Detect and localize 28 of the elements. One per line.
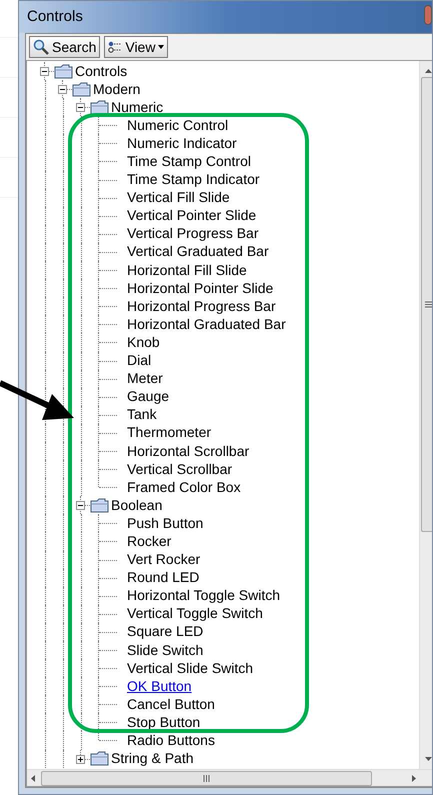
expander-toggle[interactable] (76, 501, 85, 510)
folder-icon (90, 498, 109, 513)
scroll-left-icon[interactable] (31, 774, 35, 782)
expander-toggle[interactable] (76, 103, 85, 112)
grip-icon (203, 774, 210, 782)
caret-icon (158, 45, 164, 49)
plus-icon (77, 756, 84, 763)
scroll-down-icon[interactable] (424, 757, 432, 761)
scroll-up-icon[interactable] (424, 69, 432, 73)
list-icon (108, 41, 122, 53)
expander-toggle[interactable] (40, 67, 49, 76)
vertical-scrollbar[interactable] (419, 61, 432, 769)
folder-icon (72, 82, 91, 97)
folder-icon (54, 64, 73, 79)
view-button[interactable]: View (104, 36, 168, 58)
window-title: Controls (27, 6, 83, 27)
expander-toggle[interactable] (76, 754, 85, 764)
scroll-right-icon[interactable] (412, 774, 416, 782)
folder-icon (90, 100, 109, 115)
expander-toggle[interactable] (58, 85, 67, 94)
search-button[interactable]: Search (29, 36, 100, 58)
scrollbar-thumb[interactable] (41, 770, 372, 786)
horizontal-scrollbar[interactable] (27, 769, 432, 786)
folder-icon (90, 751, 109, 766)
search-icon (33, 39, 49, 55)
scrollbar-thumb[interactable] (420, 77, 432, 532)
minus-icon (41, 68, 48, 75)
grip-icon (424, 301, 432, 308)
